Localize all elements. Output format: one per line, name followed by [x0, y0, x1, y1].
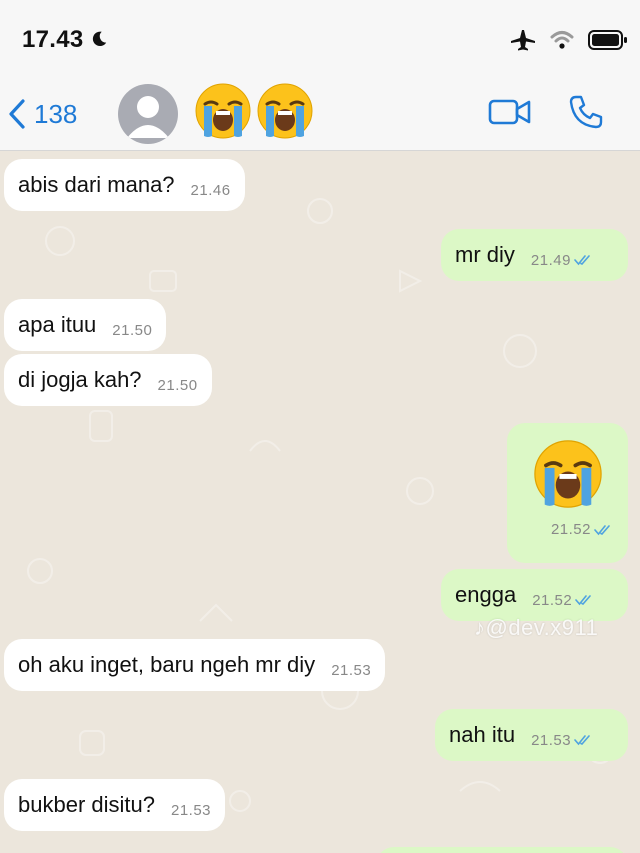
video-call-icon — [488, 99, 531, 125]
message-text: oh aku inget, baru ngeh mr diy — [18, 652, 316, 677]
message-time: 21.52 — [550, 521, 591, 538]
wifi-icon — [550, 31, 574, 49]
message-time: 21.50 — [157, 376, 198, 394]
message-time: 21.50 — [112, 321, 153, 339]
loudly-crying-face-icon — [533, 440, 602, 508]
watermark-text: @dev.x911 — [485, 615, 599, 640]
loudly-crying-face-icon — [257, 83, 313, 139]
loudly-crying-face-icon — [195, 83, 251, 139]
message-outgoing-emoji[interactable]: 21.52 — [507, 423, 628, 563]
status-time: 17.43 — [22, 26, 108, 54]
message-time: 21.49 — [530, 251, 571, 269]
message-text: mr diy — [455, 242, 515, 267]
unread-count: 138 — [34, 98, 78, 129]
double-check-icon — [574, 255, 590, 266]
avatar[interactable] — [118, 84, 178, 144]
double-check-icon — [574, 735, 590, 746]
message-time: 21.53 — [170, 801, 212, 819]
message-text: nah itu — [449, 722, 516, 747]
message-outgoing[interactable]: nah itu 21.53 — [435, 709, 628, 761]
back-button[interactable]: 138 — [8, 96, 77, 132]
chat-area[interactable]: abis dari mana? 21.46 mr diy 21.49 apa i… — [0, 151, 640, 853]
airplane-icon — [511, 30, 535, 51]
message-outgoing[interactable]: engga 21.52 — [441, 569, 628, 621]
message-time: 21.53 — [331, 661, 372, 679]
message-incoming[interactable]: di jogja kah? 21.50 — [4, 354, 212, 406]
message-text: abis dari mana? — [18, 172, 175, 197]
message-text: apa ituu — [18, 312, 97, 337]
default-avatar-icon — [127, 96, 169, 138]
message-incoming[interactable]: apa ituu 21.50 — [4, 299, 167, 351]
message-outgoing-partial[interactable] — [376, 847, 628, 853]
tiktok-icon: ♪ — [474, 615, 486, 640]
message-meta: 21.52 — [535, 521, 614, 538]
message-time: 21.52 — [532, 591, 573, 609]
tiktok-watermark: ♪@dev.x911 — [474, 615, 598, 641]
video-call-button[interactable] — [488, 96, 532, 133]
message-incoming[interactable]: abis dari mana? 21.46 — [4, 159, 245, 211]
message-text: di jogja kah? — [18, 367, 142, 392]
double-check-icon — [594, 524, 610, 535]
message-time: 21.53 — [531, 731, 572, 749]
moon-icon — [92, 31, 106, 47]
chat-header: 138 — [0, 80, 640, 151]
message-time: 21.46 — [190, 181, 231, 199]
voice-call-button[interactable] — [568, 94, 604, 135]
clock-label: 17.43 — [22, 26, 84, 53]
message-incoming[interactable]: oh aku inget, baru ngeh mr diy 21.53 — [4, 639, 386, 691]
status-icons — [510, 28, 628, 52]
message-text: bukber disitu? — [18, 792, 155, 817]
double-check-icon — [575, 595, 592, 606]
phone-call-icon — [569, 95, 603, 129]
chevron-left-icon — [9, 99, 25, 129]
contact-name[interactable] — [192, 81, 316, 141]
message-incoming[interactable]: bukber disitu? 21.53 — [4, 779, 226, 831]
message-text: engga — [455, 582, 517, 607]
battery-icon — [588, 30, 627, 50]
status-bar: 17.43 — [0, 0, 640, 80]
message-outgoing[interactable]: mr diy 21.49 — [441, 229, 628, 281]
